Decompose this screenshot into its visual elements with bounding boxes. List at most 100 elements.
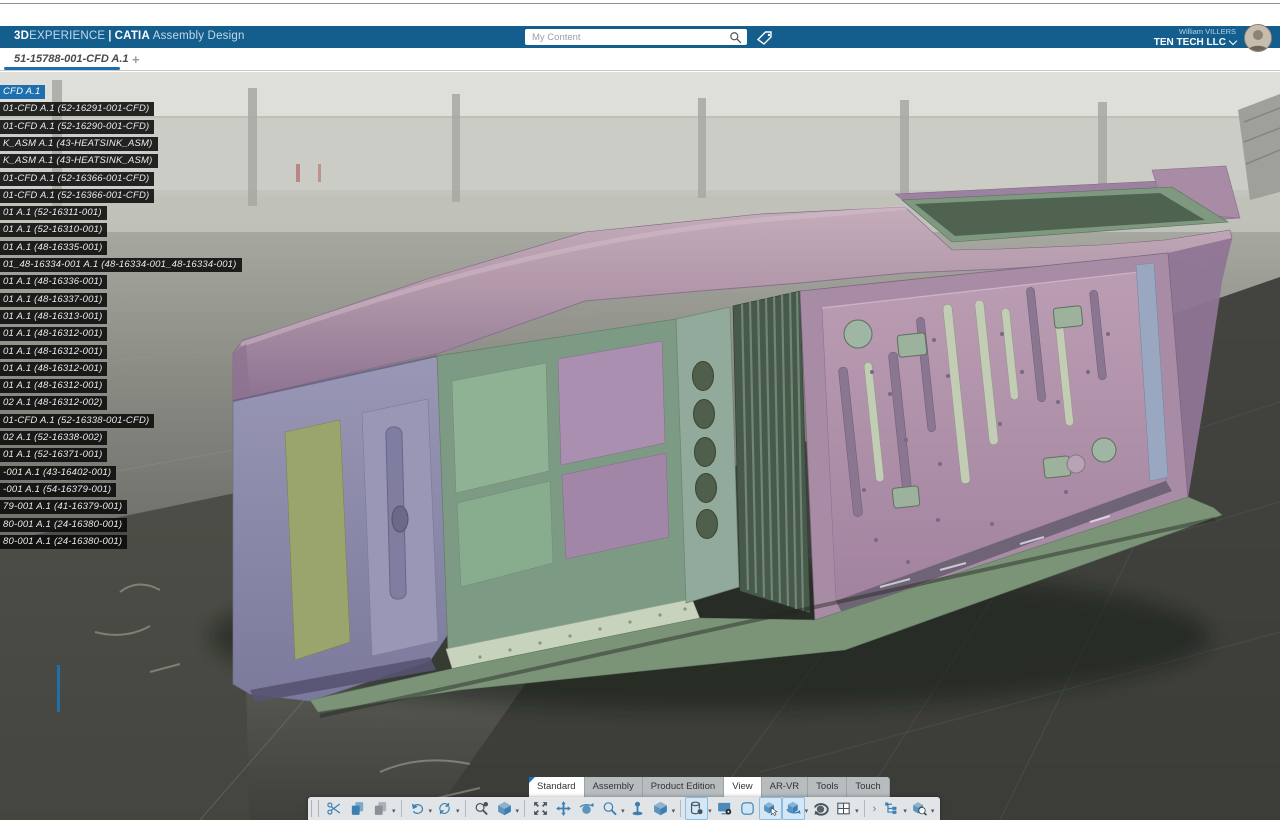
toolbar-handle[interactable] (311, 800, 319, 817)
tree-node[interactable]: 01 A.1 (48-16312-001) (0, 379, 107, 393)
tree-node[interactable]: 01 A.1 (52-16310-001) (0, 223, 107, 237)
turntable-icon[interactable] (809, 797, 832, 820)
app-name: CATIA (115, 30, 150, 42)
design-tree-dropdown-icon[interactable]: ▾ (903, 807, 907, 815)
model-heatsink-fins[interactable] (733, 291, 810, 613)
action-bar: ▾ ▾ ▾ ▾ ▾ ▾ ▾ ▾ ▾ › ▾ ▾ (308, 797, 940, 820)
user-block[interactable]: William VILLERS TEN TECH LLC (1154, 28, 1236, 48)
tree-node[interactable]: 80-001 A.1 (24-16380-001) (0, 535, 127, 549)
action-tab-ar-vr[interactable]: AR-VR (762, 777, 809, 797)
tree-node[interactable]: 01-CFD A.1 (52-16366-001-CFD) (0, 189, 154, 203)
toolbar-separator (680, 800, 681, 817)
tree-node[interactable]: 01-CFD A.1 (52-16290-001-CFD) (0, 120, 154, 134)
paste-icon[interactable] (369, 797, 392, 820)
action-toolbar: ▾ ▾ ▾ ▾ ▾ ▾ ▾ ▾ ▾ › ▾ ▾ (323, 797, 935, 820)
multi-view-icon[interactable] (832, 797, 855, 820)
toolbar-separator (401, 800, 402, 817)
pan-icon[interactable] (552, 797, 575, 820)
user-name: William VILLERS (1154, 28, 1236, 36)
search-input[interactable] (530, 31, 729, 44)
view-cube-dropdown-icon[interactable]: ▾ (516, 807, 520, 815)
select-mode-icon[interactable] (759, 797, 782, 820)
brand-experience: EXPERIENCE (29, 30, 105, 42)
toolbar-separator (524, 800, 525, 817)
document-tab-row: 51-15788-001-CFD A.1 + (0, 48, 1280, 71)
cut-icon[interactable] (323, 797, 346, 820)
model-vent-column[interactable] (676, 307, 739, 603)
tree-node[interactable]: 01 A.1 (48-16312-001) (0, 327, 107, 341)
multi-view-dropdown-icon[interactable]: ▾ (855, 807, 859, 815)
model-slot-plate[interactable] (362, 399, 438, 656)
tree-node[interactable]: K_ASM A.1 (43-HEATSINK_ASM) (0, 137, 158, 151)
tree-node[interactable]: -001 A.1 (54-16379-001) (0, 483, 116, 497)
window-top-rule (0, 3, 1280, 4)
more-tools-arrow[interactable]: › (873, 803, 877, 815)
zoom-icon[interactable] (598, 797, 621, 820)
copy-icon[interactable] (346, 797, 369, 820)
action-tab-touch[interactable]: Touch (847, 777, 889, 797)
rotate-icon[interactable] (575, 797, 598, 820)
tree-node[interactable]: 01 A.1 (48-16336-001) (0, 275, 107, 289)
active-section-marker-icon (529, 777, 535, 783)
tree-node[interactable]: 80-001 A.1 (24-16380-001) (0, 518, 127, 532)
paste-dropdown-icon[interactable]: ▾ (392, 807, 396, 815)
tree-node[interactable]: 01 A.1 (52-16371-001) (0, 448, 107, 462)
action-tab-standard[interactable]: Standard (529, 777, 585, 797)
tree-node[interactable]: 01 A.1 (48-16313-001) (0, 310, 107, 324)
screen-settings-icon[interactable] (713, 797, 736, 820)
tree-node[interactable]: 79-001 A.1 (41-16379-001) (0, 500, 127, 514)
tree-node[interactable]: 01_48-16334-001 A.1 (48-16334-001_48-163… (0, 258, 242, 272)
named-views-dropdown-icon[interactable]: ▾ (672, 807, 676, 815)
tree-node[interactable]: 01-CFD A.1 (52-16291-001-CFD) (0, 102, 154, 116)
rotate-mode-icon[interactable] (782, 797, 805, 820)
chevron-down-icon[interactable] (1229, 37, 1237, 45)
document-tab[interactable]: 51-15788-001-CFD A.1 (14, 53, 129, 65)
section-dropdown-icon[interactable]: ▾ (708, 807, 712, 815)
tree-node[interactable]: 02 A.1 (48-16312-002) (0, 396, 107, 410)
fit-all-icon[interactable] (529, 797, 552, 820)
undo-icon[interactable] (406, 797, 429, 820)
brand-divider: | (105, 30, 114, 42)
section-icon[interactable] (685, 797, 708, 820)
search-icon[interactable] (729, 31, 742, 44)
active-tab-underline (4, 67, 120, 70)
brand-3d: 3D (14, 30, 29, 42)
design-tree-icon[interactable] (880, 797, 903, 820)
tree-node[interactable]: 01 A.1 (48-16312-001) (0, 345, 107, 359)
ambience-icon[interactable] (736, 797, 759, 820)
toolbar-separator (465, 800, 466, 817)
tree-node[interactable]: 01 A.1 (48-16335-001) (0, 241, 107, 255)
zoom-object-dropdown-icon[interactable]: ▾ (931, 807, 935, 815)
tree-node[interactable]: 02 A.1 (52-16338-002) (0, 431, 107, 445)
zoom-object-icon[interactable] (908, 797, 931, 820)
new-tab-button[interactable]: + (132, 52, 140, 67)
tree-node[interactable]: 01-CFD A.1 (52-16366-001-CFD) (0, 172, 154, 186)
tag-icon[interactable] (756, 31, 774, 45)
named-views-icon[interactable] (649, 797, 672, 820)
fly-icon[interactable] (626, 797, 649, 820)
tree-node-selected[interactable]: CFD A.1 (0, 85, 45, 99)
tree-node[interactable]: 01 A.1 (48-16312-001) (0, 362, 107, 376)
tree-node[interactable]: K_ASM A.1 (43-HEATSINK_ASM) (0, 154, 158, 168)
tree-node[interactable]: -001 A.1 (43-16402-001) (0, 466, 116, 480)
tree-node[interactable]: 01 A.1 (48-16337-001) (0, 293, 107, 307)
action-tab-tools[interactable]: Tools (808, 777, 847, 797)
tree-node[interactable]: 01 A.1 (52-16311-001) (0, 206, 107, 220)
tree-scrollbar[interactable] (57, 665, 60, 712)
model-olive-panel[interactable] (285, 420, 350, 660)
update-dropdown-icon[interactable]: ▾ (456, 807, 460, 815)
user-avatar[interactable] (1244, 24, 1272, 52)
zoom-dropdown-icon[interactable]: ▾ (621, 807, 625, 815)
search-options-icon[interactable] (470, 797, 493, 820)
3d-viewport[interactable]: CFD A.1 01-CFD A.1 (52-16291-001-CFD) 01-C… (0, 72, 1280, 820)
tree-node[interactable]: 01-CFD A.1 (52-16338-001-CFD) (0, 414, 154, 428)
action-tab-assembly[interactable]: Assembly (585, 777, 643, 797)
brand-logo: 3DEXPERIENCE|CATIA Assembly Design (14, 30, 245, 42)
global-search-box[interactable] (525, 29, 747, 45)
view-cube-icon[interactable] (493, 797, 516, 820)
undo-dropdown-icon[interactable]: ▾ (429, 807, 433, 815)
update-icon[interactable] (433, 797, 456, 820)
action-tab-product-edition[interactable]: Product Edition (643, 777, 724, 797)
rotate-mode-dropdown-icon[interactable]: ▾ (805, 807, 809, 815)
action-tab-view[interactable]: View (724, 777, 761, 797)
